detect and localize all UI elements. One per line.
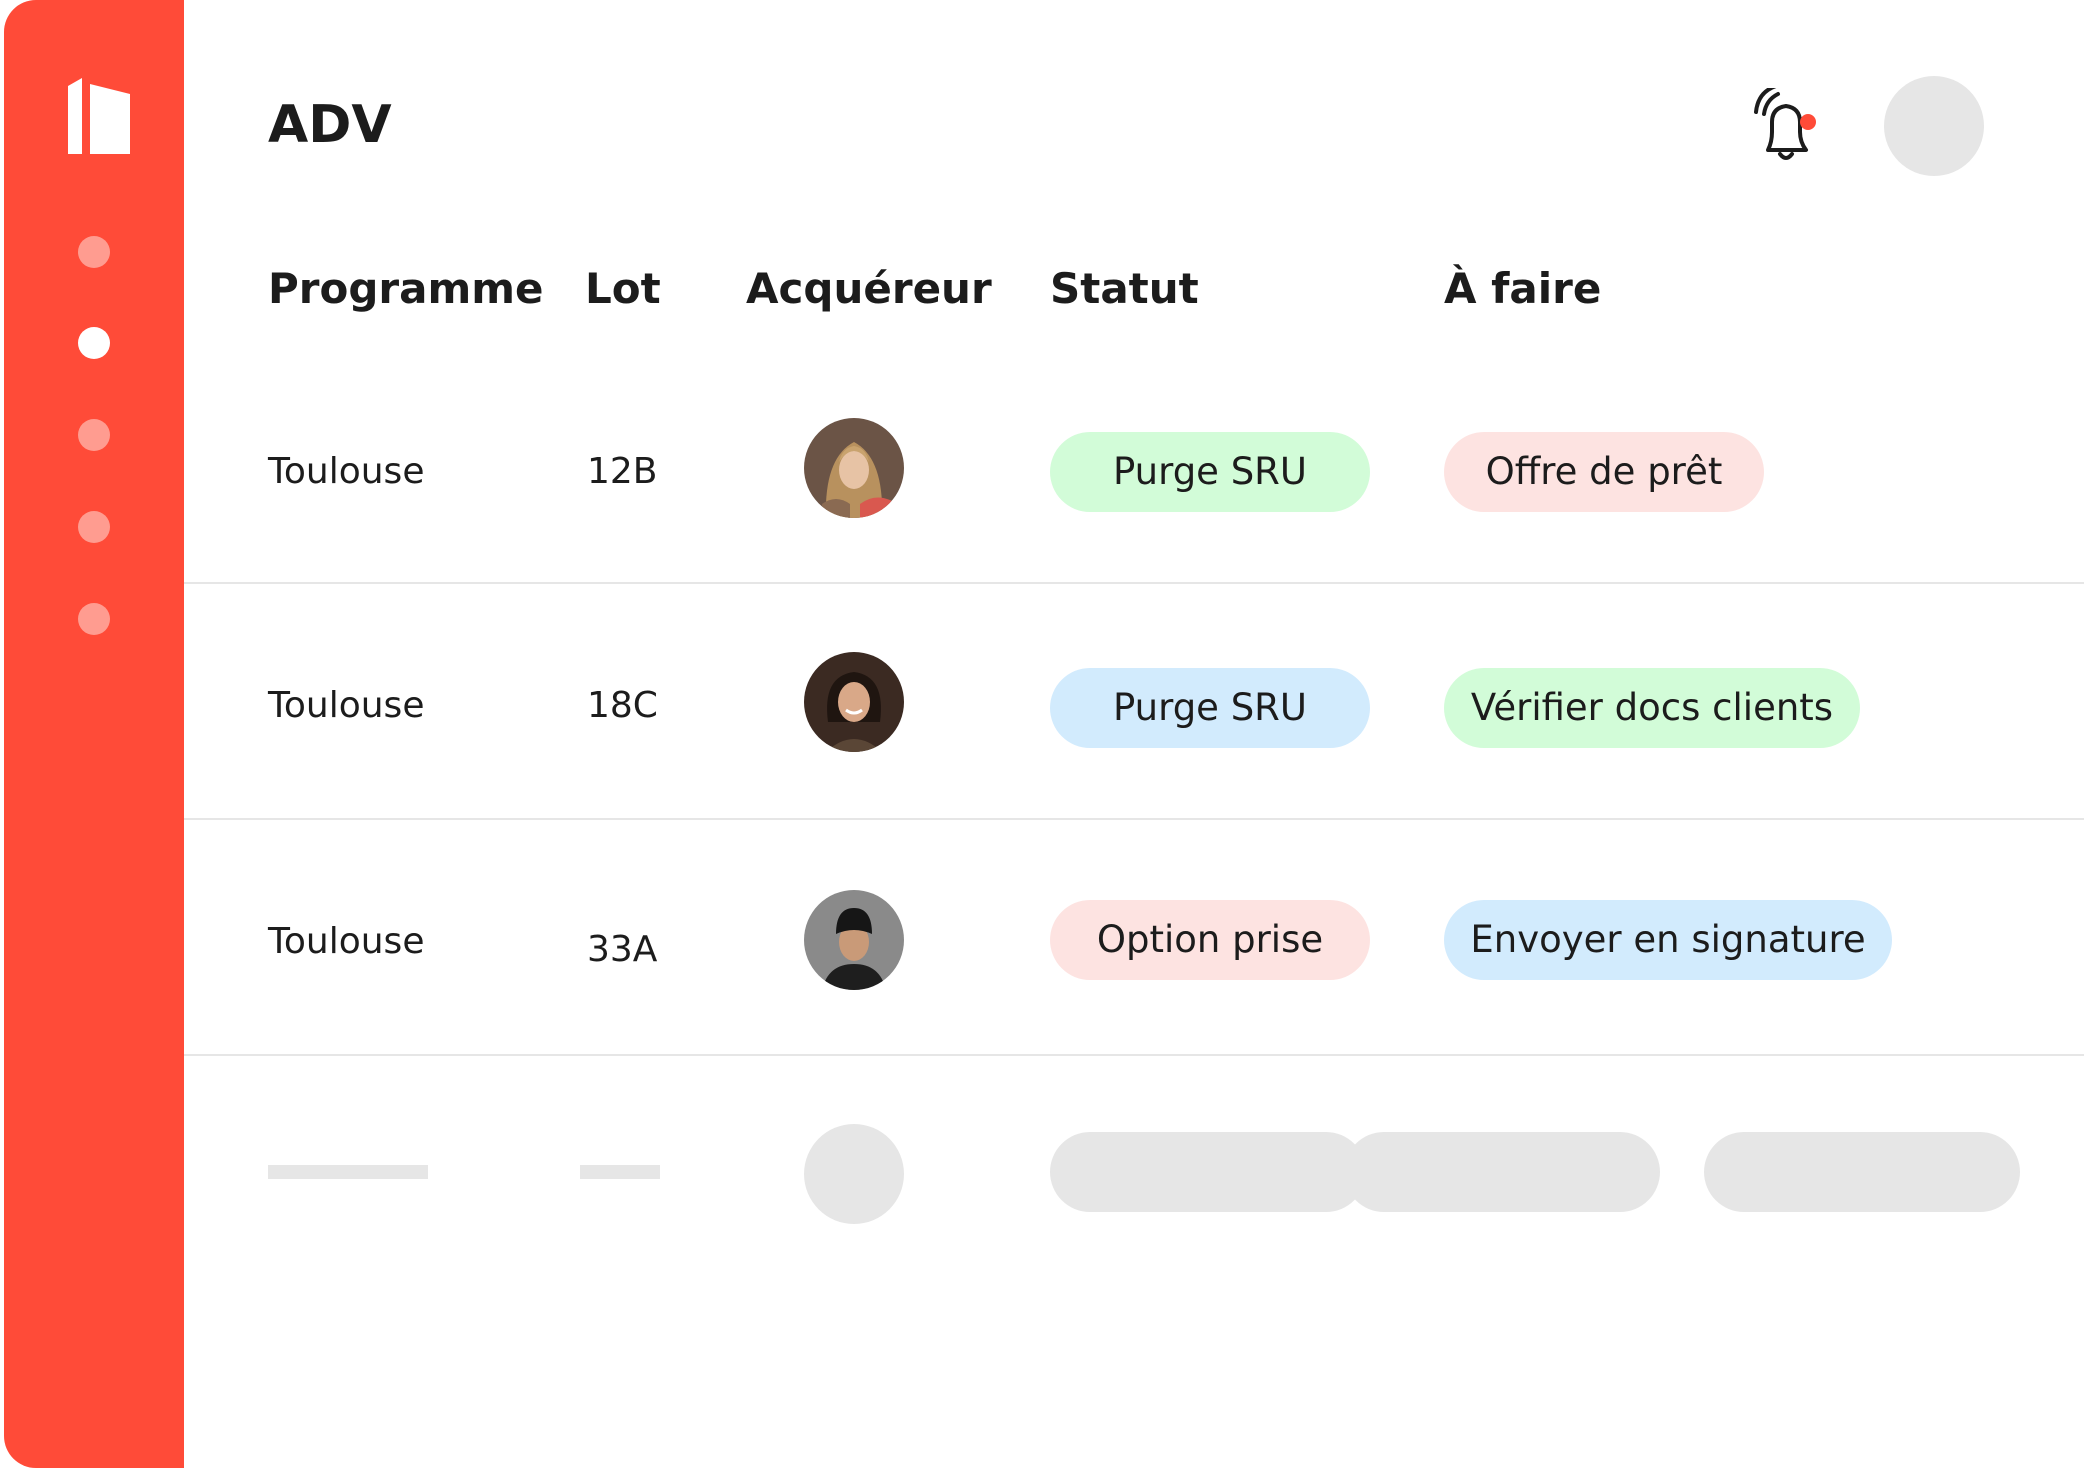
table-row[interactable]: Toulouse 33A Option prise Envoyer en sig… (184, 820, 2084, 1056)
notification-badge (1800, 114, 1816, 130)
sidebar-nav-item-3[interactable] (78, 419, 110, 451)
page-title: ADV (268, 95, 392, 155)
column-header-programme[interactable]: Programme (268, 262, 543, 316)
sidebar-nav-item-1[interactable] (78, 236, 110, 268)
column-header-acquereur[interactable]: Acquéreur (746, 262, 992, 316)
cell-programme: Toulouse (268, 451, 425, 492)
building-logo-icon[interactable] (68, 78, 130, 154)
app-window: ADV Programme Lot Acquéreur Statut À fai… (0, 0, 2084, 1468)
user-avatar[interactable] (1884, 76, 1984, 176)
cell-programme: Toulouse (268, 921, 425, 962)
cell-lot: 18C (587, 685, 658, 726)
sidebar-nav-item-2-active[interactable] (78, 327, 110, 359)
column-header-lot[interactable]: Lot (585, 262, 661, 316)
column-header-statut[interactable]: Statut (1050, 262, 1199, 316)
skeleton-lot (580, 1165, 660, 1179)
table-row[interactable]: Toulouse 18C Purge SRU Vérifier docs cli… (184, 584, 2084, 820)
buyer-avatar[interactable] (804, 418, 904, 518)
sidebar-nav-item-5[interactable] (78, 603, 110, 635)
buyer-avatar[interactable] (804, 652, 904, 752)
skeleton-pill (1344, 1132, 1660, 1212)
sidebar (4, 0, 184, 1468)
cell-lot: 12B (587, 451, 658, 492)
todo-pill[interactable]: Envoyer en signature (1444, 900, 1892, 980)
status-pill[interactable]: Purge SRU (1050, 668, 1370, 748)
bell-ringing-icon[interactable] (1752, 88, 1822, 166)
skeleton-avatar (804, 1124, 904, 1224)
skeleton-programme (268, 1165, 428, 1179)
table-row[interactable]: Toulouse 12B Purge SRU Offre de prêt (184, 348, 2084, 584)
status-pill[interactable]: Purge SRU (1050, 432, 1370, 512)
cell-programme: Toulouse (268, 685, 425, 726)
column-header-a-faire[interactable]: À faire (1444, 262, 1601, 316)
skeleton-pill (1050, 1132, 1366, 1212)
status-pill[interactable]: Option prise (1050, 900, 1370, 980)
todo-pill[interactable]: Offre de prêt (1444, 432, 1764, 512)
todo-pill[interactable]: Vérifier docs clients (1444, 668, 1860, 748)
sidebar-nav-item-4[interactable] (78, 511, 110, 543)
buyer-avatar[interactable] (804, 890, 904, 990)
cell-lot: 33A (587, 929, 658, 970)
skeleton-pill (1704, 1132, 2020, 1212)
